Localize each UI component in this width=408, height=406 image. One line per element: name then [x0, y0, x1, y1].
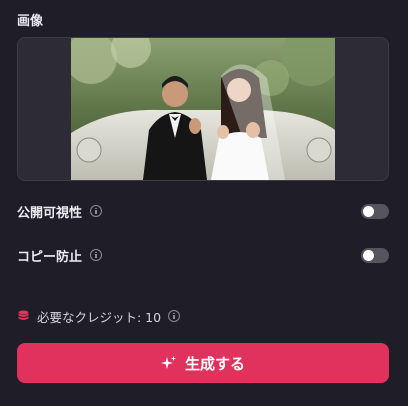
credits-label: 必要なクレジット: 10: [37, 309, 162, 325]
public-visibility-toggle[interactable]: [361, 203, 389, 219]
sparkle-icon: [160, 356, 176, 369]
toggle-knob: [363, 205, 374, 217]
info-icon[interactable]: [168, 310, 181, 322]
image-section-title: 画像: [17, 14, 44, 29]
coin-stack-icon: [18, 310, 29, 320]
copy-protection-label: コピー防止: [17, 249, 83, 265]
info-icon[interactable]: [90, 205, 103, 217]
public-visibility-label: 公開可視性: [17, 205, 83, 221]
generate-button-label: 生成する: [184, 354, 245, 373]
info-icon[interactable]: [90, 249, 103, 261]
generation-panel: 画像 公開可視性 コピー防止 必要なクレジット: 10 生成する: [0, 0, 408, 406]
copy-protection-row: コピー防止: [17, 243, 389, 267]
public-visibility-row: 公開可視性: [17, 199, 389, 223]
required-credits: 必要なクレジット: 10: [18, 306, 181, 326]
generate-button[interactable]: 生成する: [17, 343, 389, 383]
toggle-knob: [363, 249, 374, 261]
copy-protection-toggle[interactable]: [361, 247, 389, 263]
uploaded-photo: [71, 38, 335, 180]
image-preview-box[interactable]: [17, 37, 389, 181]
